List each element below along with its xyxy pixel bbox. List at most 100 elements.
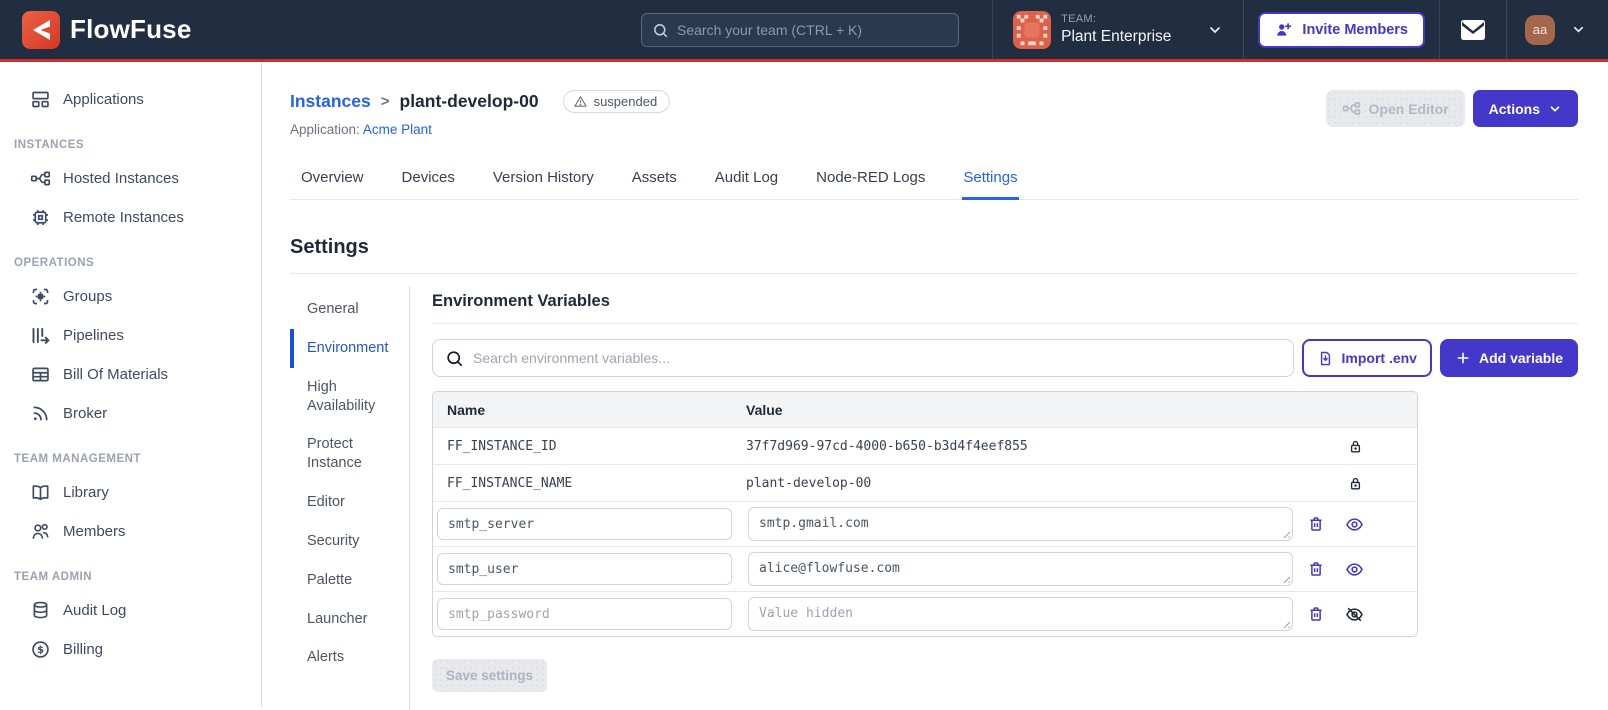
env-value-input[interactable]: alice@flowfuse.com [748,552,1293,586]
open-editor-label: Open Editor [1368,100,1449,117]
flowfuse-logo-icon [22,10,60,49]
warning-icon [573,94,588,109]
settings-nav-general[interactable]: General [290,290,402,329]
invite-members-button[interactable]: Invite Members [1258,11,1425,48]
tab-version-history[interactable]: Version History [492,161,595,199]
tab-overview[interactable]: Overview [300,161,365,199]
hide-value-eye-slash-icon[interactable] [1345,605,1364,624]
team-name: Plant Enterprise [1061,27,1172,45]
sidebar-item-audit-log[interactable]: Audit Log [0,591,261,630]
settings-nav-palette[interactable]: Palette [290,561,402,600]
application-link[interactable]: Acme Plant [363,122,432,137]
delete-variable-button[interactable] [1307,560,1325,578]
sidebar-item-label: Pipelines [63,327,124,344]
sidebar-item-pipelines[interactable]: Pipelines [0,316,261,355]
bill-of-materials-icon [30,364,51,385]
chevron-down-icon [1548,102,1562,116]
editor-icon [1342,99,1361,118]
table-row: FF_INSTANCE_NAME plant-develop-00 [433,464,1417,501]
delete-variable-button[interactable] [1307,605,1325,623]
team-label: TEAM: [1061,12,1097,25]
import-file-icon [1317,350,1334,367]
delete-variable-button[interactable] [1307,515,1325,533]
env-search[interactable] [432,339,1294,377]
sidebar-item-label: Bill Of Materials [63,366,169,383]
env-value-field [748,597,1293,631]
sidebar-item-label: Broker [63,405,108,422]
settings-nav-security[interactable]: Security [290,522,402,561]
show-value-eye-icon[interactable] [1345,515,1364,534]
sidebar-item-groups[interactable]: Groups [0,277,261,316]
members-icon [30,521,51,542]
notifications-button[interactable] [1440,0,1506,59]
sidebar-section-team-admin: TEAM ADMIN [14,571,93,583]
open-editor-button[interactable]: Open Editor [1325,90,1465,127]
sidebar-item-label: Remote Instances [63,209,184,226]
svg-text:$: $ [37,645,44,656]
chevron-down-icon [1571,22,1586,37]
import-env-button[interactable]: Import .env [1301,339,1432,377]
search-icon [445,349,464,368]
top-navbar: FlowFuse TEAM: Plant Enterprise [0,0,1608,62]
settings-nav-high-availability[interactable]: High Availability [290,368,402,426]
team-avatar [1013,10,1052,49]
library-icon [30,482,51,503]
sidebar-item-label: Audit Log [63,602,127,619]
tab-devices[interactable]: Devices [401,161,456,199]
settings-nav-protect-instance[interactable]: Protect Instance [290,425,402,483]
sidebar-item-bill-of-materials[interactable]: Bill Of Materials [0,355,261,394]
table-row: smtp.gmail.com [433,501,1417,546]
env-name-input[interactable] [437,553,732,585]
lock-icon [1347,438,1364,455]
sidebar-item-library[interactable]: Library [0,473,261,512]
invite-members-label: Invite Members [1302,21,1408,38]
avatar: aa [1525,14,1555,45]
env-value-input[interactable] [748,597,1293,631]
env-name-input[interactable] [437,508,732,540]
settings-nav-editor[interactable]: Editor [290,483,402,522]
env-value: 37f7d969-97cd-4000-b650-b3d4f4eef855 [746,438,1028,454]
tab-audit-log[interactable]: Audit Log [714,161,779,199]
sidebar-section-team-management: TEAM MANAGEMENT [14,453,141,465]
table-row [433,591,1417,636]
show-value-eye-icon[interactable] [1345,560,1364,579]
search-icon [652,22,669,39]
env-value: plant-develop-00 [746,475,872,491]
brand[interactable]: FlowFuse [0,10,210,49]
import-env-label: Import .env [1341,350,1417,366]
tab-assets[interactable]: Assets [631,161,678,199]
tab-node-red-logs[interactable]: Node-RED Logs [815,161,926,199]
billing-icon: $ [30,639,51,660]
sidebar-item-label: Library [63,484,109,501]
sidebar-item-members[interactable]: Members [0,512,261,551]
sidebar-item-applications[interactable]: Applications [0,80,261,119]
user-menu[interactable]: aa [1507,0,1608,59]
sidebar-item-hosted-instances[interactable]: Hosted Instances [0,159,261,198]
instance-name: plant-develop-00 [399,91,539,111]
settings-title: Settings [290,236,1578,274]
add-variable-button[interactable]: Add variable [1439,339,1578,377]
settings-nav-alerts[interactable]: Alerts [290,638,402,677]
save-settings-button[interactable]: Save settings [432,659,548,692]
breadcrumb-instances-link[interactable]: Instances [290,91,371,112]
panel-title: Environment Variables [432,286,1578,324]
env-name-input[interactable] [437,598,732,630]
sidebar-item-billing[interactable]: $ Billing [0,630,261,669]
sidebar-item-label: Hosted Instances [63,170,179,187]
team-search-input[interactable] [677,22,948,38]
team-search[interactable] [641,13,959,47]
team-selector[interactable]: TEAM: Plant Enterprise [993,0,1243,59]
sidebar-section-instances: INSTANCES [14,139,85,151]
settings-nav-environment[interactable]: Environment [290,328,402,368]
sidebar-item-remote-instances[interactable]: Remote Instances [0,198,261,237]
env-value-input[interactable]: smtp.gmail.com [748,507,1293,541]
sidebar-item-label: Members [63,523,126,540]
env-search-input[interactable] [473,350,1281,366]
sidebar-item-broker[interactable]: Broker [0,394,261,433]
actions-button[interactable]: Actions [1472,90,1578,127]
settings-nav-launcher[interactable]: Launcher [290,600,402,639]
sidebar-item-label: Groups [63,288,113,305]
sidebar-item-label: Billing [63,641,104,658]
sidebar-section-operations: OPERATIONS [14,257,95,269]
tab-settings[interactable]: Settings [962,161,1019,200]
